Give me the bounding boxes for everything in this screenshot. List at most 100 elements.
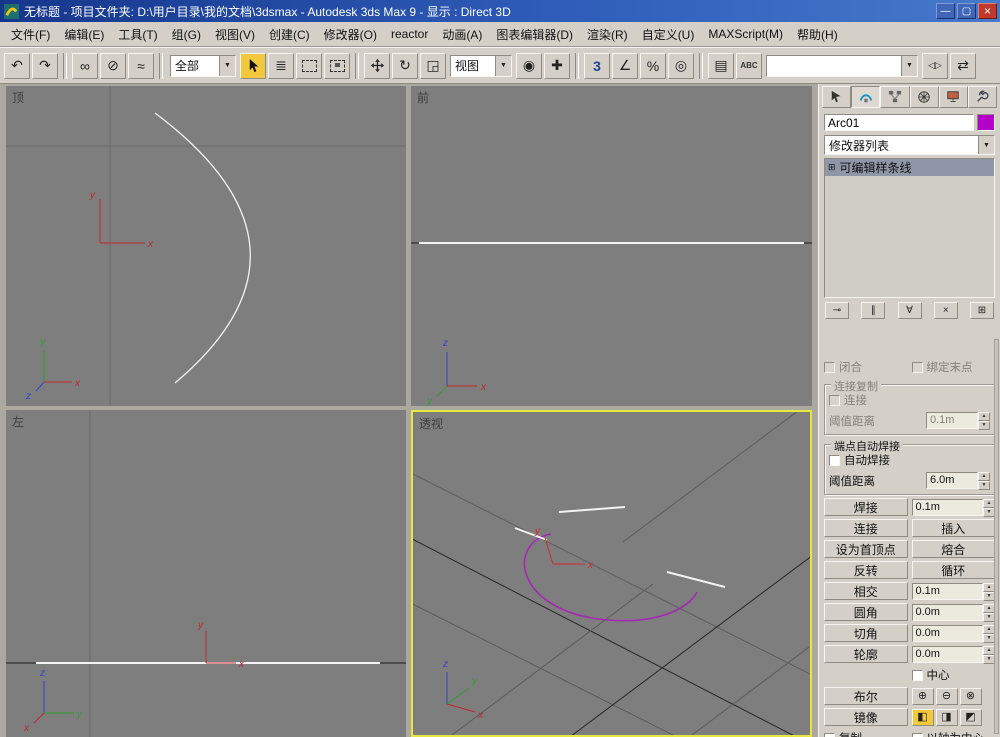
menu-item-graph-editors[interactable]: 图表编辑器(D)	[489, 24, 580, 45]
tab-modify[interactable]	[851, 86, 881, 108]
menu-item-help[interactable]: 帮助(H)	[790, 24, 845, 45]
menu-item-modifiers[interactable]: 修改器(O)	[317, 24, 384, 45]
select-and-move-button[interactable]	[364, 52, 390, 79]
close-button[interactable]: ×	[978, 3, 997, 19]
outline-button[interactable]: 轮廓	[824, 645, 908, 663]
keyboard-override-button[interactable]: ABC	[736, 52, 762, 79]
mirror-tool-button[interactable]: ◁▷	[922, 52, 948, 79]
arc-spline[interactable]	[523, 533, 698, 622]
viewport-perspective-label[interactable]: 透视	[419, 415, 443, 432]
about-pivot-checkbox[interactable]: 以轴为中心	[911, 730, 996, 737]
boolean-intersect-button[interactable]: ⊗	[959, 687, 982, 705]
chamfer-value-field[interactable]: 0.0m ▲ ▼	[911, 624, 995, 643]
select-object-button[interactable]	[240, 52, 266, 79]
object-color-swatch[interactable]	[977, 114, 995, 131]
align-button[interactable]: ⇄	[950, 52, 976, 79]
modifier-stack-item-selected[interactable]: ⊞ 可编辑样条线	[825, 159, 994, 176]
spinner-snap-button[interactable]: ◎	[668, 52, 694, 79]
select-and-rotate-button[interactable]: ↻	[392, 52, 418, 79]
arc-spline[interactable]	[154, 112, 251, 384]
menu-item-create[interactable]: 创建(C)	[262, 24, 317, 45]
redo-button[interactable]: ↷	[32, 52, 58, 79]
object-name-field[interactable]	[824, 114, 974, 131]
fillet-button[interactable]: 圆角	[824, 603, 908, 621]
menu-item-animation[interactable]: 动画(A)	[435, 24, 489, 45]
pin-stack-button[interactable]: ⊸	[825, 302, 849, 319]
tab-hierarchy[interactable]	[880, 86, 910, 108]
auto-weld-threshold-field[interactable]: 6.0m ▲ ▼	[926, 472, 990, 490]
named-selection-sets-dropdown[interactable]: ▼	[766, 54, 918, 77]
mirror-horizontal-button[interactable]: ◧	[911, 708, 934, 726]
menu-item-customize[interactable]: 自定义(U)	[635, 24, 702, 45]
top-viewport-canvas[interactable]: y x y x z	[6, 86, 406, 406]
spinner-down-icon[interactable]: ▼	[978, 481, 990, 490]
viewport-perspective[interactable]: x y z x y 透视	[411, 410, 812, 737]
boolean-subtract-button[interactable]: ⊖	[935, 687, 958, 705]
fillet-value-field[interactable]: 0.0m ▲ ▼	[911, 603, 995, 622]
maximize-button[interactable]: ▢	[957, 3, 976, 19]
spinner-down-icon[interactable]: ▼	[978, 421, 990, 430]
percent-snap-button[interactable]: %	[640, 52, 666, 79]
spinner-up-icon[interactable]: ▲	[978, 472, 990, 481]
auto-weld-checkbox[interactable]: 自动焊接	[829, 452, 990, 468]
viewport-front[interactable]: z x y 前	[411, 86, 812, 406]
edit-named-sets-button[interactable]: ▤	[708, 52, 734, 79]
front-viewport-canvas[interactable]: z x y	[411, 86, 812, 406]
viewport-left-label[interactable]: 左	[12, 413, 24, 430]
cycle-button[interactable]: 循环	[911, 561, 995, 579]
menu-item-rendering[interactable]: 渲染(R)	[580, 24, 635, 45]
window-crossing-toggle-button[interactable]	[324, 52, 350, 79]
menu-item-reactor[interactable]: reactor	[384, 25, 435, 43]
rect-selection-region-button[interactable]	[296, 52, 322, 79]
show-end-result-button[interactable]: ∥	[861, 302, 886, 319]
modifier-list-dropdown[interactable]: 修改器列表 ▼	[824, 135, 995, 155]
unlink-button[interactable]: ⊘	[100, 52, 126, 79]
select-and-manipulate-button[interactable]: ✚	[544, 52, 570, 79]
connect-threshold-field[interactable]: 0.1m ▲ ▼	[926, 412, 990, 430]
center-checkbox[interactable]: 中心	[911, 667, 996, 683]
tab-create[interactable]	[822, 86, 852, 108]
connect-checkbox[interactable]: 连接	[829, 392, 990, 408]
selection-filter-dropdown[interactable]: 全部 ▼	[170, 54, 236, 77]
angle-snap-button[interactable]: ∠	[612, 52, 638, 79]
weld-button[interactable]: 焊接	[824, 498, 908, 516]
menu-item-group[interactable]: 组(G)	[165, 24, 208, 45]
menu-item-maxscript[interactable]: MAXScript(M)	[701, 25, 790, 43]
bind-last-checkbox[interactable]: 绑定末点	[911, 359, 996, 375]
tab-motion[interactable]	[909, 86, 939, 108]
fuse-button[interactable]: 熔合	[911, 540, 995, 558]
remove-modifier-button[interactable]: ×	[933, 302, 958, 319]
select-by-name-button[interactable]: ≣	[268, 52, 294, 79]
reference-coordsys-dropdown[interactable]: 视图 ▼	[450, 54, 512, 77]
weld-value-field[interactable]: 0.1m ▲ ▼	[911, 498, 995, 517]
perspective-viewport-canvas[interactable]: x y z x y	[413, 412, 810, 735]
boolean-button[interactable]: 布尔	[824, 687, 908, 705]
mirror-spline-button[interactable]: 镜像	[824, 708, 908, 726]
rollout-scrollbar[interactable]	[994, 339, 999, 734]
outline-value-field[interactable]: 0.0m ▲ ▼	[911, 645, 995, 664]
configure-modifier-sets-button[interactable]: ⊞	[970, 302, 994, 319]
viewport-top[interactable]: y x y x z 顶	[6, 86, 406, 406]
tab-display[interactable]	[938, 86, 968, 108]
close-checkbox[interactable]: 闭合	[824, 359, 908, 375]
minimize-button[interactable]: —	[936, 3, 955, 19]
viewport-front-label[interactable]: 前	[417, 89, 429, 106]
selected-segments[interactable]	[514, 506, 726, 588]
copy-checkbox[interactable]: 复制	[824, 730, 908, 737]
snap-toggle-3d-button[interactable]: 3	[584, 52, 610, 79]
mirror-vertical-button[interactable]: ◨	[935, 708, 958, 726]
viewport-left[interactable]: y x z y x 左	[6, 410, 406, 737]
bind-to-spacewarp-button[interactable]: ≈	[128, 52, 154, 79]
boolean-union-button[interactable]: ⊕	[911, 687, 934, 705]
reverse-button[interactable]: 反转	[824, 561, 908, 579]
insert-button[interactable]: 插入	[911, 519, 995, 537]
cross-insert-button[interactable]: 相交	[824, 582, 908, 600]
spinner-up-icon[interactable]: ▲	[978, 412, 990, 421]
undo-button[interactable]: ↶	[4, 52, 30, 79]
tab-utilities[interactable]	[967, 86, 998, 108]
select-and-scale-button[interactable]: ◲	[420, 52, 446, 79]
mirror-both-button[interactable]: ◩	[959, 708, 982, 726]
make-unique-button[interactable]: ∀	[897, 302, 922, 319]
chamfer-button[interactable]: 切角	[824, 624, 908, 642]
menu-item-edit[interactable]: 编辑(E)	[57, 24, 111, 45]
